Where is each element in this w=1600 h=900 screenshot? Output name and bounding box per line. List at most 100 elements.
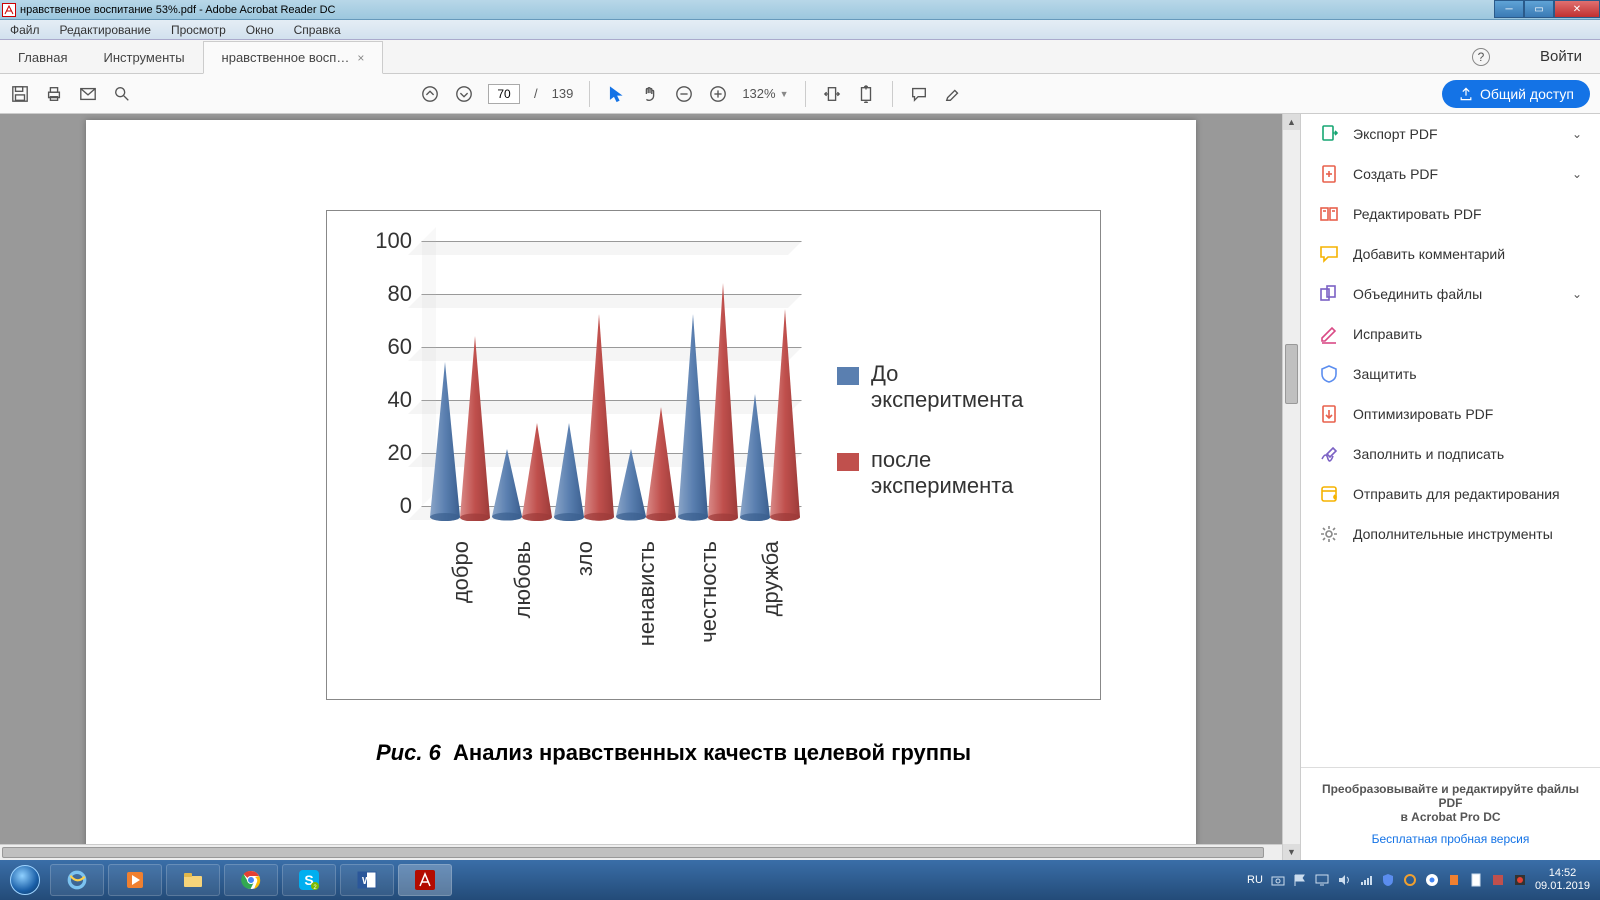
tab-document[interactable]: нравственное восп… × bbox=[203, 41, 384, 74]
zoom-out-icon[interactable] bbox=[674, 84, 694, 104]
taskbar-skype[interactable]: S2 bbox=[282, 864, 336, 896]
taskbar-media[interactable] bbox=[108, 864, 162, 896]
tools-panel-sign[interactable]: Заполнить и подписать bbox=[1301, 434, 1600, 474]
tray-av-icon[interactable] bbox=[1513, 873, 1527, 887]
save-icon[interactable] bbox=[10, 84, 30, 104]
menu-file[interactable]: Файл bbox=[0, 23, 50, 37]
chart-cone bbox=[460, 336, 490, 522]
window-titlebar: нравственное воспитание 53%.pdf - Adobe … bbox=[0, 0, 1600, 20]
tool-label: Заполнить и подписать bbox=[1353, 446, 1504, 462]
window-close-button[interactable]: ✕ bbox=[1554, 0, 1600, 18]
chart-cone bbox=[770, 309, 800, 521]
redact-icon bbox=[1319, 324, 1339, 344]
tool-label: Отправить для редактирования bbox=[1353, 486, 1560, 502]
scroll-down-icon[interactable]: ▼ bbox=[1283, 844, 1300, 860]
email-icon[interactable] bbox=[78, 84, 98, 104]
highlight-icon[interactable] bbox=[943, 84, 963, 104]
page-down-icon[interactable] bbox=[454, 84, 474, 104]
tray-page-icon[interactable] bbox=[1469, 873, 1483, 887]
toolbar-separator bbox=[892, 81, 893, 107]
tools-panel-more[interactable]: Дополнительные инструменты bbox=[1301, 514, 1600, 554]
tool-label: Исправить bbox=[1353, 326, 1422, 342]
chevron-down-icon: ⌄ bbox=[1572, 167, 1582, 181]
chart-y-tick: 20 bbox=[388, 440, 412, 466]
chevron-down-icon: ▼ bbox=[780, 89, 789, 99]
fit-page-icon[interactable] bbox=[856, 84, 876, 104]
page-separator: / bbox=[534, 86, 538, 101]
tray-camera-icon[interactable] bbox=[1271, 873, 1285, 887]
tool-label: Редактировать PDF bbox=[1353, 206, 1482, 222]
language-indicator[interactable]: RU bbox=[1247, 874, 1263, 886]
start-button[interactable] bbox=[4, 864, 46, 896]
tools-panel-protect[interactable]: Защитить bbox=[1301, 354, 1600, 394]
optimize-icon bbox=[1319, 404, 1339, 424]
more-icon bbox=[1319, 524, 1339, 544]
tray-network-icon[interactable] bbox=[1359, 873, 1373, 887]
tab-document-label: нравственное восп… bbox=[222, 50, 350, 65]
menu-view[interactable]: Просмотр bbox=[161, 23, 236, 37]
document-viewport[interactable]: 020406080100добролюбовьзлоненавистьчестн… bbox=[0, 114, 1282, 860]
tray-shield-icon[interactable] bbox=[1381, 873, 1395, 887]
menu-help[interactable]: Справка bbox=[284, 23, 351, 37]
help-icon[interactable]: ? bbox=[1472, 48, 1490, 66]
tray-volume-icon[interactable] bbox=[1337, 873, 1351, 887]
taskbar-chrome[interactable] bbox=[224, 864, 278, 896]
taskbar-clock[interactable]: 14:52 09.01.2019 bbox=[1535, 867, 1590, 892]
comment-icon[interactable] bbox=[909, 84, 929, 104]
share-button-label: Общий доступ bbox=[1480, 86, 1574, 102]
scroll-up-icon[interactable]: ▲ bbox=[1283, 114, 1300, 130]
tool-label: Защитить bbox=[1353, 366, 1417, 382]
tools-panel-edit[interactable]: Редактировать PDF bbox=[1301, 194, 1600, 234]
window-maximize-button[interactable]: ▭ bbox=[1524, 0, 1554, 18]
tray-security-icon[interactable] bbox=[1491, 873, 1505, 887]
export-icon bbox=[1319, 124, 1339, 144]
print-icon[interactable] bbox=[44, 84, 64, 104]
fit-width-icon[interactable] bbox=[822, 84, 842, 104]
chart-x-tick: ненависть bbox=[634, 541, 660, 646]
vscroll-thumb[interactable] bbox=[1285, 344, 1298, 404]
tab-home[interactable]: Главная bbox=[0, 42, 85, 73]
tray-jack-icon[interactable] bbox=[1447, 873, 1461, 887]
zoom-in-icon[interactable] bbox=[708, 84, 728, 104]
horizontal-scrollbar[interactable] bbox=[0, 844, 1282, 860]
chevron-down-icon: ⌄ bbox=[1572, 287, 1582, 301]
vertical-scrollbar[interactable]: ▲ ▼ bbox=[1282, 114, 1300, 860]
tools-panel-create[interactable]: Создать PDF⌄ bbox=[1301, 154, 1600, 194]
tray-monitor-icon[interactable] bbox=[1315, 873, 1329, 887]
hand-tool-icon[interactable] bbox=[640, 84, 660, 104]
tool-label: Добавить комментарий bbox=[1353, 246, 1505, 262]
share-button[interactable]: Общий доступ bbox=[1442, 80, 1590, 108]
tools-panel-redact[interactable]: Исправить bbox=[1301, 314, 1600, 354]
page-number-input[interactable] bbox=[488, 84, 520, 104]
tray-chrome-icon[interactable] bbox=[1425, 873, 1439, 887]
sign-icon bbox=[1319, 444, 1339, 464]
toolbar-separator bbox=[805, 81, 806, 107]
tools-panel-export[interactable]: Экспорт PDF⌄ bbox=[1301, 114, 1600, 154]
tab-tools[interactable]: Инструменты bbox=[85, 42, 202, 73]
tab-close-icon[interactable]: × bbox=[357, 51, 364, 65]
tools-panel-optimize[interactable]: Оптимизировать PDF bbox=[1301, 394, 1600, 434]
selection-tool-icon[interactable] bbox=[606, 84, 626, 104]
hscroll-thumb[interactable] bbox=[2, 847, 1264, 858]
taskbar-ie[interactable] bbox=[50, 864, 104, 896]
window-minimize-button[interactable]: ─ bbox=[1494, 0, 1524, 18]
tools-panel-combine[interactable]: Объединить файлы⌄ bbox=[1301, 274, 1600, 314]
tools-panel-comment[interactable]: Добавить комментарий bbox=[1301, 234, 1600, 274]
tray-sync-icon[interactable] bbox=[1403, 873, 1417, 887]
taskbar-explorer[interactable] bbox=[166, 864, 220, 896]
page-up-icon[interactable] bbox=[420, 84, 440, 104]
chart-y-tick: 40 bbox=[388, 387, 412, 413]
chart-x-tick: дружба bbox=[758, 541, 784, 616]
chart-y-tick: 80 bbox=[388, 281, 412, 307]
tray-flag-icon[interactable] bbox=[1293, 873, 1307, 887]
promo-trial-link[interactable]: Бесплатная пробная версия bbox=[1311, 832, 1590, 846]
chart-cone bbox=[678, 314, 708, 521]
tools-panel-send[interactable]: Отправить для редактирования bbox=[1301, 474, 1600, 514]
search-icon[interactable] bbox=[112, 84, 132, 104]
menu-window[interactable]: Окно bbox=[236, 23, 284, 37]
menu-edit[interactable]: Редактирование bbox=[50, 23, 161, 37]
taskbar-acrobat[interactable] bbox=[398, 864, 452, 896]
sign-in-button[interactable]: Войти bbox=[1540, 48, 1582, 65]
zoom-dropdown[interactable]: 132%▼ bbox=[742, 86, 788, 101]
taskbar-word[interactable]: W bbox=[340, 864, 394, 896]
